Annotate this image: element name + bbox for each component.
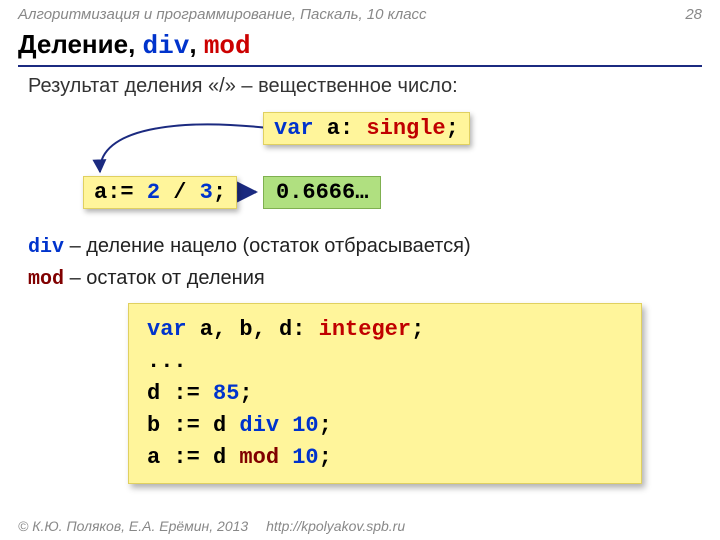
result-box: 0.6666… bbox=[263, 176, 381, 209]
mod-definition: mod – остаток от деления bbox=[28, 263, 692, 295]
copyright: © К.Ю. Поляков, Е.А. Ерёмин, 2013 bbox=[18, 518, 248, 534]
title-rule bbox=[18, 65, 702, 67]
definitions: div – деление нацело (остаток отбрасывае… bbox=[28, 231, 692, 295]
course-name: Алгоритмизация и программирование, Паска… bbox=[18, 6, 427, 23]
slide-footer: © К.Ю. Поляков, Е.А. Ерёмин, 2013 http:/… bbox=[0, 518, 423, 534]
var-decl-box: var a: single; bbox=[263, 112, 470, 145]
div-definition: div – деление нацело (остаток отбрасывае… bbox=[28, 231, 692, 263]
title-mod-kw: mod bbox=[204, 31, 251, 61]
title-div-kw: div bbox=[143, 31, 190, 61]
code-block: var a, b, d: integer; ... d := 85; b := … bbox=[128, 303, 642, 484]
slide-header: Алгоритмизация и программирование, Паска… bbox=[0, 0, 720, 25]
slide-title: Деление, div, mod bbox=[0, 25, 720, 63]
website: http://kpolyakov.spb.ru bbox=[266, 518, 405, 534]
diagram-area: a:= 2 / 3; var a: single; 0.6666… bbox=[28, 108, 692, 223]
lead-text: Результат деления «/» – вещественное чис… bbox=[28, 75, 692, 98]
title-word: Деление bbox=[18, 29, 128, 59]
page-number: 28 bbox=[685, 6, 702, 23]
assign-box: a:= 2 / 3; bbox=[83, 176, 237, 209]
